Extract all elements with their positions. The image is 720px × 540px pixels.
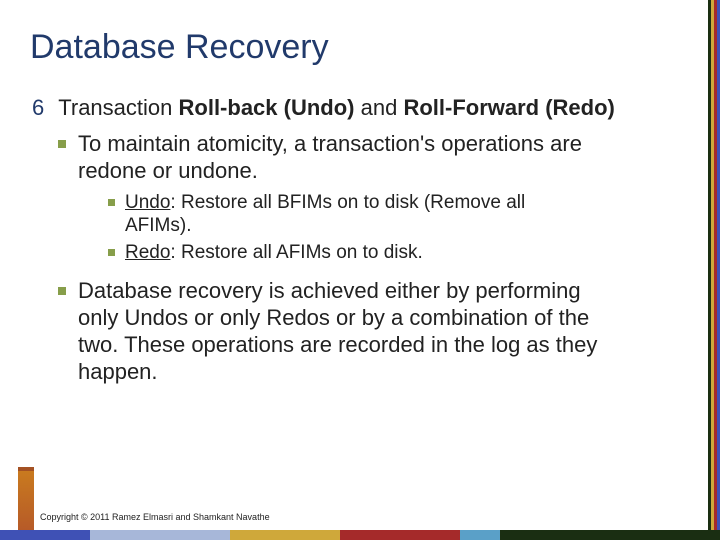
sub-bullet-text: Redo: Restore all AFIMs on to disk. (125, 241, 423, 264)
bullet-text: Database recovery is achieved either by … (78, 278, 598, 385)
list-item: Database recovery is achieved either by … (58, 278, 672, 385)
text: : Restore all AFIMs on to disk. (170, 242, 422, 263)
page-title: Database Recovery (30, 28, 672, 67)
text-underline: Redo (125, 242, 170, 263)
copyright-text: Copyright © 2011 Ramez Elmasri and Shamk… (40, 512, 270, 522)
section-number: 6 (32, 95, 44, 121)
text: and (355, 95, 404, 120)
bullet-icon (58, 287, 66, 295)
text-bold: (Redo) (545, 95, 615, 120)
right-edge-decoration (708, 0, 720, 540)
text: : Restore all BFIMs on to disk (Remove a… (125, 192, 525, 236)
section-title: Transaction Roll-back (Undo) and Roll-Fo… (58, 95, 615, 121)
accent-decoration (18, 467, 34, 531)
bullet-icon (108, 249, 115, 256)
bottom-edge-decoration (0, 530, 720, 540)
text-underline: Undo (125, 192, 170, 213)
list-item: To maintain atomicity, a transaction's o… (58, 131, 672, 270)
list-item: Undo: Restore all BFIMs on to disk (Remo… (108, 191, 672, 237)
list-item: Redo: Restore all AFIMs on to disk. (108, 241, 672, 264)
bullet-icon (58, 140, 66, 148)
text-bold: Roll-back (Undo) (179, 95, 355, 120)
slide-body: Database Recovery 6 Transaction Roll-bac… (0, 0, 720, 540)
bullet-text: To maintain atomicity, a transaction's o… (78, 131, 598, 185)
bullet-icon (108, 199, 115, 206)
sub-bullet-text: Undo: Restore all BFIMs on to disk (Remo… (125, 191, 595, 237)
text-bold: Roll-Forward (403, 95, 545, 120)
sub-bullet-list: Undo: Restore all BFIMs on to disk (Remo… (108, 191, 672, 265)
text: Transaction (58, 95, 178, 120)
section-heading: 6 Transaction Roll-back (Undo) and Roll-… (32, 95, 672, 121)
bullet-list: To maintain atomicity, a transaction's o… (58, 131, 672, 385)
